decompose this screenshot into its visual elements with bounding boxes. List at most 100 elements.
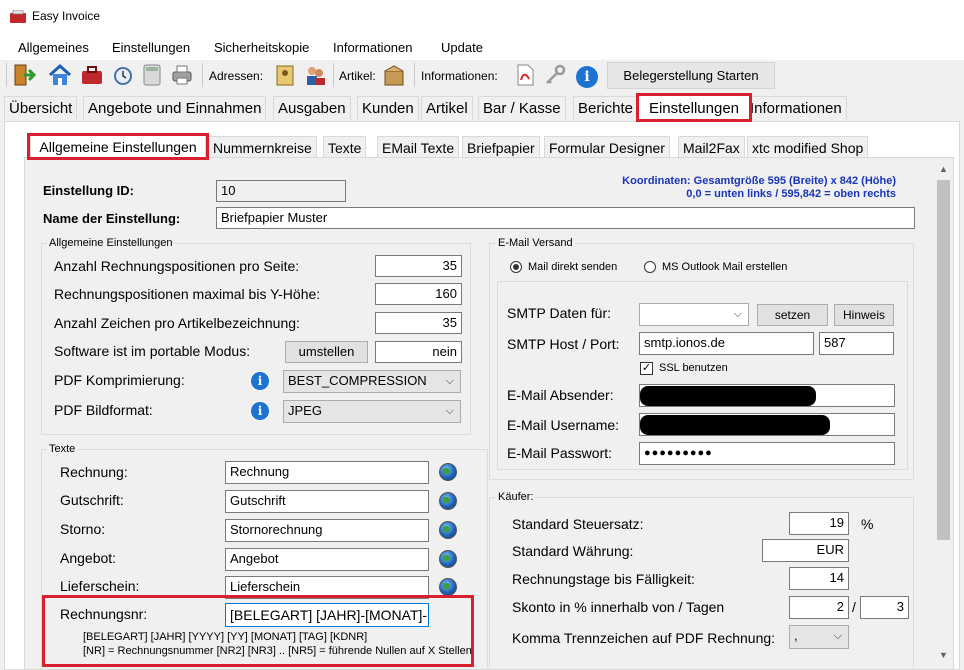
- contacts-icon[interactable]: [303, 63, 327, 87]
- coordinates-note-line1: Koordinaten: Gesamtgröße 595 (Breite) x …: [622, 175, 896, 187]
- scroll-down-icon[interactable]: ▼: [939, 650, 948, 660]
- toolbar-separator: [202, 63, 203, 87]
- coordinates-note-line2: 0,0 = unten links / 595,842 = oben recht…: [686, 188, 896, 200]
- cancellation-text-field[interactable]: Stornorechnung: [225, 519, 429, 542]
- invoice-text-field[interactable]: Rechnung: [225, 461, 429, 484]
- pdf-image-format-info-icon[interactable]: i: [251, 402, 269, 420]
- ssl-label: SSL benutzen: [659, 362, 728, 374]
- ssl-checkbox[interactable]: ✓: [640, 362, 653, 375]
- comma-separator-label: Komma Trennzeichen auf PDF Rechnung:: [512, 630, 776, 646]
- globe-icon[interactable]: [439, 578, 457, 596]
- skonto-percent-field[interactable]: 2: [789, 596, 849, 619]
- tab-email-texte[interactable]: EMail Texte: [377, 136, 460, 158]
- smtp-port-field[interactable]: 587: [819, 332, 894, 355]
- articles-label: Artikel:: [339, 69, 376, 83]
- max-y-height-field[interactable]: 160: [375, 283, 462, 305]
- information-label: Informationen:: [421, 69, 498, 83]
- currency-field[interactable]: EUR: [762, 539, 849, 562]
- smtp-host-port-label: SMTP Host / Port:: [507, 336, 620, 352]
- setting-id-label: Einstellung ID:: [43, 183, 134, 198]
- menu-sicherheitskopie[interactable]: Sicherheitskopie: [214, 40, 309, 55]
- skonto-days-field[interactable]: 3: [860, 596, 909, 619]
- home-icon[interactable]: [48, 63, 72, 87]
- briefcase-icon[interactable]: [80, 63, 104, 87]
- send-direct-radio[interactable]: [510, 261, 522, 273]
- invoice-number-hint-2: [NR] = Rechnungsnummer [NR2] [NR3] .. [N…: [83, 645, 472, 657]
- tab-angebote-einnahmen[interactable]: Angebote und Einnahmen: [83, 96, 267, 120]
- highlight-einstellungen: [636, 93, 752, 122]
- pdf-image-format-label: PDF Bildformat:: [54, 402, 153, 418]
- scrollbar-thumb[interactable]: [937, 180, 950, 540]
- package-icon[interactable]: [382, 63, 406, 87]
- outlook-radio[interactable]: [644, 261, 656, 273]
- tax-rate-label: Standard Steuersatz:: [512, 516, 644, 532]
- pdf-compression-select[interactable]: BEST_COMPRESSION ⌵: [283, 370, 461, 393]
- credit-note-text-field[interactable]: Gutschrift: [225, 490, 429, 513]
- toolbar-separator: [414, 63, 415, 87]
- menu-allgemeines[interactable]: Allgemeines: [18, 40, 89, 55]
- globe-icon[interactable]: [439, 550, 457, 568]
- quote-text-field[interactable]: Angebot: [225, 548, 429, 571]
- tab-formular-designer[interactable]: Formular Designer: [544, 136, 670, 158]
- info-icon[interactable]: i: [576, 66, 598, 88]
- set-smtp-button[interactable]: setzen: [757, 304, 828, 326]
- invoice-number-hint-1: [BELEGART] [JAHR] [YYYY] [YY] [MONAT] [T…: [83, 631, 368, 643]
- menu-informationen[interactable]: Informationen: [333, 40, 413, 55]
- tab-berichte[interactable]: Berichte: [573, 96, 639, 120]
- comma-separator-value: ,: [794, 628, 798, 643]
- setting-name-field[interactable]: Briefpapier Muster: [216, 207, 915, 229]
- email-password-field[interactable]: ●●●●●●●●●: [639, 442, 895, 465]
- printer-icon[interactable]: [170, 63, 194, 87]
- smtp-host-field[interactable]: smtp.ionos.de: [639, 332, 814, 355]
- positions-per-page-field[interactable]: 35: [375, 255, 462, 277]
- tab-artikel[interactable]: Artikel: [421, 96, 473, 120]
- portable-mode-field: nein: [375, 341, 462, 363]
- globe-icon[interactable]: [439, 492, 457, 510]
- tab-informationen[interactable]: Informationen: [745, 96, 847, 120]
- tab-mail2fax[interactable]: Mail2Fax: [678, 136, 745, 158]
- calculator-icon[interactable]: [140, 63, 164, 87]
- alarm-clock-icon[interactable]: [111, 63, 135, 87]
- menu-bar: Allgemeines Einstellungen Sicherheitskop…: [0, 34, 964, 60]
- globe-icon[interactable]: [439, 521, 457, 539]
- tab-kunden[interactable]: Kunden: [357, 96, 419, 120]
- chars-per-article-field[interactable]: 35: [375, 312, 462, 334]
- currency-label: Standard Währung:: [512, 543, 634, 559]
- menu-einstellungen[interactable]: Einstellungen: [112, 40, 190, 55]
- comma-separator-select[interactable]: , ⌵: [789, 625, 849, 649]
- key-icon[interactable]: [543, 63, 567, 87]
- email-username-label: E-Mail Username:: [507, 417, 620, 433]
- max-y-height-label: Rechnungspositionen maximal bis Y-Höhe:: [54, 286, 321, 302]
- tax-rate-field[interactable]: 19: [789, 512, 849, 535]
- redaction-mark: [640, 386, 816, 406]
- pdf-compression-value: BEST_COMPRESSION: [288, 373, 427, 388]
- smtp-provider-select[interactable]: ⌵: [639, 303, 749, 326]
- tab-bar-kasse[interactable]: Bar / Kasse: [478, 96, 566, 120]
- menu-update[interactable]: Update: [441, 40, 483, 55]
- pdf-image-format-value: JPEG: [288, 403, 322, 418]
- tab-nummernkreise[interactable]: Nummernkreise: [208, 136, 317, 158]
- toggle-portable-button[interactable]: umstellen: [285, 341, 368, 363]
- pdf-compression-info-icon[interactable]: i: [251, 372, 269, 390]
- skonto-label: Skonto in % innerhalb von / Tagen: [512, 599, 725, 615]
- scroll-up-icon[interactable]: ▲: [939, 164, 948, 174]
- tab-texte[interactable]: Texte: [323, 136, 367, 158]
- tab-ausgaben[interactable]: Ausgaben: [273, 96, 351, 120]
- email-group-title: E-Mail Versand: [496, 237, 575, 249]
- exit-icon[interactable]: [12, 63, 36, 87]
- start-document-creation-button[interactable]: Belegerstellung Starten: [607, 62, 775, 89]
- pdf-icon[interactable]: [513, 63, 537, 87]
- globe-icon[interactable]: [439, 463, 457, 481]
- tab-uebersicht[interactable]: Übersicht: [4, 96, 78, 120]
- portable-mode-label: Software ist im portable Modus:: [54, 343, 251, 359]
- delivery-note-text-label: Lieferschein:: [60, 578, 140, 594]
- pdf-image-format-select[interactable]: JPEG ⌵: [283, 400, 461, 423]
- smtp-hint-button[interactable]: Hinweis: [834, 304, 894, 326]
- chars-per-article-label: Anzahl Zeichen pro Artikelbezeichnung:: [54, 315, 300, 331]
- tab-xtc-modified-shop[interactable]: xtc modified Shop: [747, 136, 869, 158]
- address-book-icon[interactable]: [273, 63, 297, 87]
- tab-briefpapier[interactable]: Briefpapier: [462, 136, 540, 158]
- toolbar-separator: [333, 63, 334, 87]
- due-days-field[interactable]: 14: [789, 567, 849, 590]
- invoice-number-field[interactable]: [BELEGART] [JAHR]-[MONAT]-[N: [225, 603, 429, 627]
